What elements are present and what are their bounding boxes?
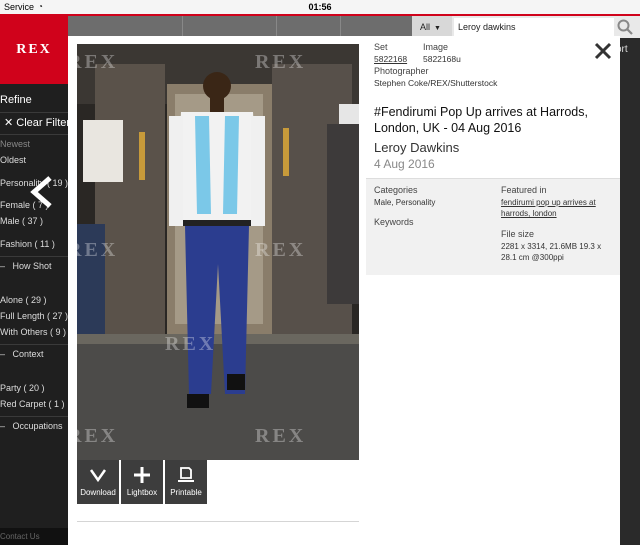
minus-icon: – <box>0 261 6 271</box>
set-link[interactable]: 5822168 <box>374 54 407 64</box>
watermark-text: REX <box>77 51 118 73</box>
filter-sidebar: Refine ✕ Clear Filters Newest Oldest Per… <box>0 84 76 545</box>
section-label: How Shot <box>12 261 52 271</box>
lightbox-button[interactable]: Lightbox <box>121 460 163 504</box>
plus-icon <box>134 467 150 483</box>
filesize-label: File size <box>501 229 535 239</box>
filter-full-length[interactable]: Full Length ( 27 ) <box>0 311 68 321</box>
main-photo[interactable]: REX REX REX REX REX REX REX <box>77 44 359 460</box>
rex-logo[interactable]: REX <box>0 16 68 84</box>
filesize-value: 2281 x 3314, 21.6MB 19.3 x <box>501 242 602 251</box>
image-label: Image <box>423 42 449 52</box>
featured-link[interactable]: harrods, london <box>501 208 557 219</box>
search-scope-label: All <box>420 22 431 32</box>
section-occupations[interactable]: – Occupations <box>0 421 63 431</box>
clear-filters-button[interactable]: ✕ Clear Filters <box>4 116 76 129</box>
photographer-label: Photographer <box>374 66 429 76</box>
printable-button[interactable]: Printable <box>165 460 207 504</box>
filter-red-carpet[interactable]: Red Carpet ( 1 ) <box>0 399 65 409</box>
printable-label: Printable <box>170 488 202 497</box>
close-icon[interactable] <box>594 42 612 60</box>
search-icon[interactable] <box>616 18 634 36</box>
minus-icon: – <box>0 421 6 431</box>
clear-filters-label: Clear Filters <box>16 117 76 129</box>
filter-male[interactable]: Male ( 37 ) <box>0 216 43 226</box>
print-icon <box>178 467 194 482</box>
sort-oldest[interactable]: Oldest <box>0 155 26 165</box>
filter-alone[interactable]: Alone ( 29 ) <box>0 295 47 305</box>
search-bar: All ▼ <box>412 16 640 38</box>
image-headline: #Fendirumi Pop Up arrives at Harrods, Lo… <box>374 105 588 135</box>
watermark-text: REX <box>165 333 216 355</box>
section-context[interactable]: – Context <box>0 349 44 359</box>
right-edge-background <box>620 38 640 545</box>
close-icon: ✕ <box>4 117 17 129</box>
featured-label: Featured in <box>501 185 547 195</box>
watermark-text: REX <box>255 51 306 73</box>
watermark-text: REX <box>77 425 118 447</box>
nav-segment[interactable] <box>182 16 183 36</box>
details-panel: Categories Male, Personality Keywords Fe… <box>366 178 620 275</box>
set-label: Set <box>374 42 388 52</box>
nav-segment[interactable] <box>276 16 277 36</box>
keywords-label: Keywords <box>374 217 414 227</box>
search-input[interactable] <box>454 18 614 36</box>
download-icon <box>89 469 107 483</box>
filter-with-others[interactable]: With Others ( 9 ) <box>0 327 66 337</box>
footer-link[interactable]: Contact Us <box>0 528 70 545</box>
image-id: 5822168u <box>423 54 461 64</box>
minus-icon: – <box>0 349 6 359</box>
categories-value: Male, Personality <box>374 198 436 207</box>
featured-link[interactable]: fendirumi pop up arrives at <box>501 197 596 208</box>
divider <box>77 521 359 522</box>
section-label: Occupations <box>12 421 63 431</box>
refine-label: Refine <box>0 94 32 106</box>
categories-label: Categories <box>374 185 418 195</box>
status-bar: Service ◔ 01:56 <box>0 0 640 14</box>
status-time: 01:56 <box>308 2 332 12</box>
watermark-text: REX <box>255 239 306 261</box>
filter-party[interactable]: Party ( 20 ) <box>0 383 45 393</box>
previous-arrow-icon[interactable] <box>22 172 62 212</box>
section-how-shot[interactable]: – How Shot <box>0 261 52 271</box>
image-date: 4 Aug 2016 <box>374 157 435 171</box>
chevron-down-icon: ▼ <box>434 25 441 32</box>
image-detail-modal: REX REX REX REX REX REX REX Download Lig… <box>68 36 620 545</box>
photographer-name: Stephen Coke/REX/Shutterstock <box>374 78 498 88</box>
download-label: Download <box>80 488 116 497</box>
lightbox-label: Lightbox <box>126 488 158 497</box>
person-name: Leroy Dawkins <box>374 140 460 155</box>
download-button[interactable]: Download <box>77 460 119 504</box>
sort-newest[interactable]: Newest <box>0 139 30 149</box>
section-label: Context <box>12 349 44 359</box>
filesize-value: 28.1 cm @300ppi <box>501 253 564 262</box>
photo-illustration: REX REX REX REX REX REX REX <box>77 44 359 460</box>
nav-segment[interactable] <box>340 16 341 36</box>
search-scope-dropdown[interactable]: All ▼ <box>412 16 452 38</box>
watermark-text: REX <box>77 239 118 261</box>
filter-fashion[interactable]: Fashion ( 11 ) <box>0 239 55 249</box>
watermark-text: REX <box>255 425 306 447</box>
